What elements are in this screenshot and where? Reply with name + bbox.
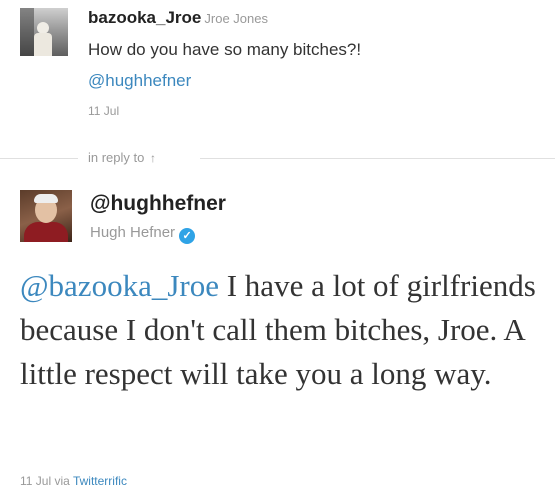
reply-tweet-via-app-link[interactable]: Twitterrific [73, 474, 127, 488]
in-reply-to-link[interactable]: in reply to ↑ [88, 150, 156, 165]
reply-tweet-via-label: via [54, 474, 70, 488]
original-tweet-header: bazooka_Jroe Jroe Jones [88, 8, 268, 28]
verified-badge-icon: ✓ [179, 228, 196, 244]
reply-tweet-timestamp[interactable]: 11 Jul [20, 474, 51, 488]
original-tweet-full-name: Jroe Jones [204, 11, 268, 26]
in-reply-to-label: in reply to [88, 150, 145, 165]
divider-line-right [200, 158, 555, 159]
up-arrow-icon: ↑ [150, 151, 156, 165]
original-tweet-mention-link[interactable]: @hughhefner [88, 71, 191, 91]
original-tweet-avatar[interactable] [20, 8, 68, 56]
original-tweet-text: How do you have so many bitches?! [88, 40, 362, 59]
reply-tweet-mention-link[interactable]: @bazooka_Jroe [20, 268, 219, 303]
reply-tweet-avatar[interactable] [20, 190, 72, 242]
reply-tweet-meta: 11 Jul via Twitterrific [20, 474, 127, 488]
reply-tweet-screen-name[interactable]: @hughhefner [90, 192, 226, 216]
reply-tweet-full-name-row: Hugh Hefner ✓ [90, 224, 196, 244]
reply-tweet-text: @bazooka_Jroe I have a lot of girlfriend… [20, 264, 550, 396]
avatar-figure-body [34, 33, 52, 56]
avatar-shade [20, 8, 34, 56]
avatar-hair [34, 194, 58, 203]
divider-line-left [0, 158, 78, 159]
avatar-robe [24, 222, 68, 242]
original-tweet-timestamp[interactable]: 11 Jul [88, 104, 119, 118]
original-tweet-screen-name[interactable]: bazooka_Jroe [88, 8, 201, 27]
reply-tweet-full-name: Hugh Hefner [90, 224, 176, 241]
